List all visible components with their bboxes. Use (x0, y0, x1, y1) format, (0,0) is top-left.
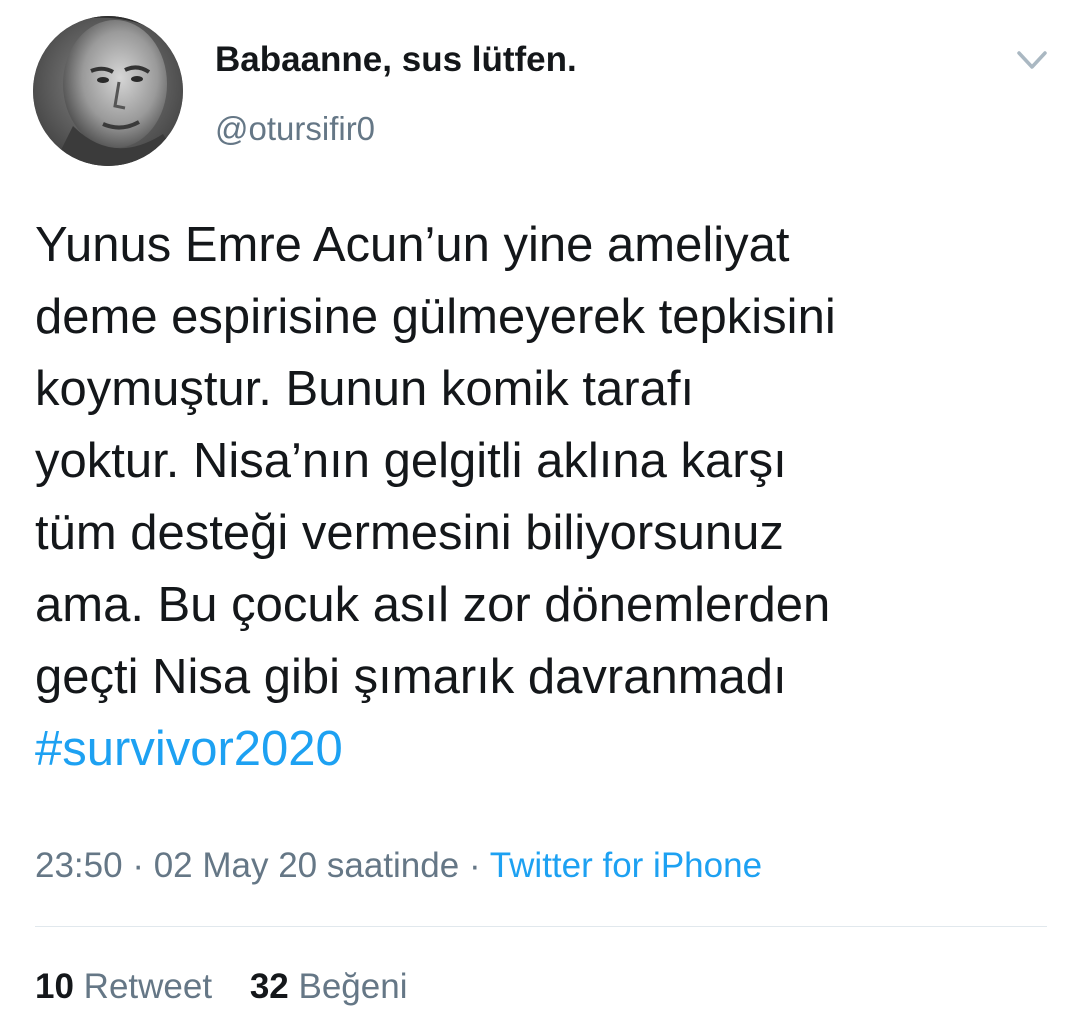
hashtag-link[interactable]: #survivor2020 (35, 713, 1055, 785)
tweet-source-link[interactable]: Twitter for iPhone (490, 846, 762, 885)
like-count-link[interactable]: 32 Beğeni (250, 967, 408, 1007)
tweet-text-line: deme espirisine gülmeyerek tepkisini (35, 290, 836, 344)
tweet-text-line: tüm desteği vermesini biliyorsunuz (35, 506, 784, 560)
like-count: 32 (249, 967, 289, 1006)
tweet-text-line: yoktur. Nisa’nın gelgitli aklına karşı (35, 434, 787, 488)
meta-separator: · (468, 846, 481, 885)
display-name[interactable]: Babaanne, sus lütfen. (215, 40, 577, 80)
tweet-text-line: geçti Nisa gibi şımarık davranmadı (35, 650, 787, 704)
tweet-stats: 10 Retweet 32 Beğeni (35, 967, 407, 1007)
divider (35, 926, 1047, 927)
chevron-down-icon[interactable] (1010, 42, 1054, 78)
tweet-meta: 23:50 · 02 May 20 saatinde · Twitter for… (35, 846, 762, 886)
tweet-time: 23:50 (35, 846, 123, 885)
meta-separator: · (132, 846, 144, 885)
avatar-photo-icon (33, 16, 183, 166)
tweet-date: 02 May 20 saatinde (153, 846, 460, 885)
like-label: Beğeni (298, 967, 408, 1006)
user-handle[interactable]: @otursifir0 (215, 110, 375, 148)
retweet-label: Retweet (83, 967, 213, 1006)
tweet-text-line: ama. Bu çocuk asıl zor dönemlerden (35, 578, 831, 632)
retweet-count-link[interactable]: 10 Retweet (35, 967, 212, 1007)
avatar[interactable] (33, 16, 183, 166)
tweet-text-line: koymuştur. Bunun komik tarafı (35, 362, 695, 416)
tweet-detail: Babaanne, sus lütfen. @otursifir0 Yunus … (0, 0, 1080, 1035)
tweet-text: Yunus Emre Acun’un yine ameliyat deme es… (35, 209, 1055, 785)
retweet-count: 10 (35, 967, 74, 1006)
tweet-text-line: Yunus Emre Acun’un yine ameliyat (35, 218, 790, 272)
